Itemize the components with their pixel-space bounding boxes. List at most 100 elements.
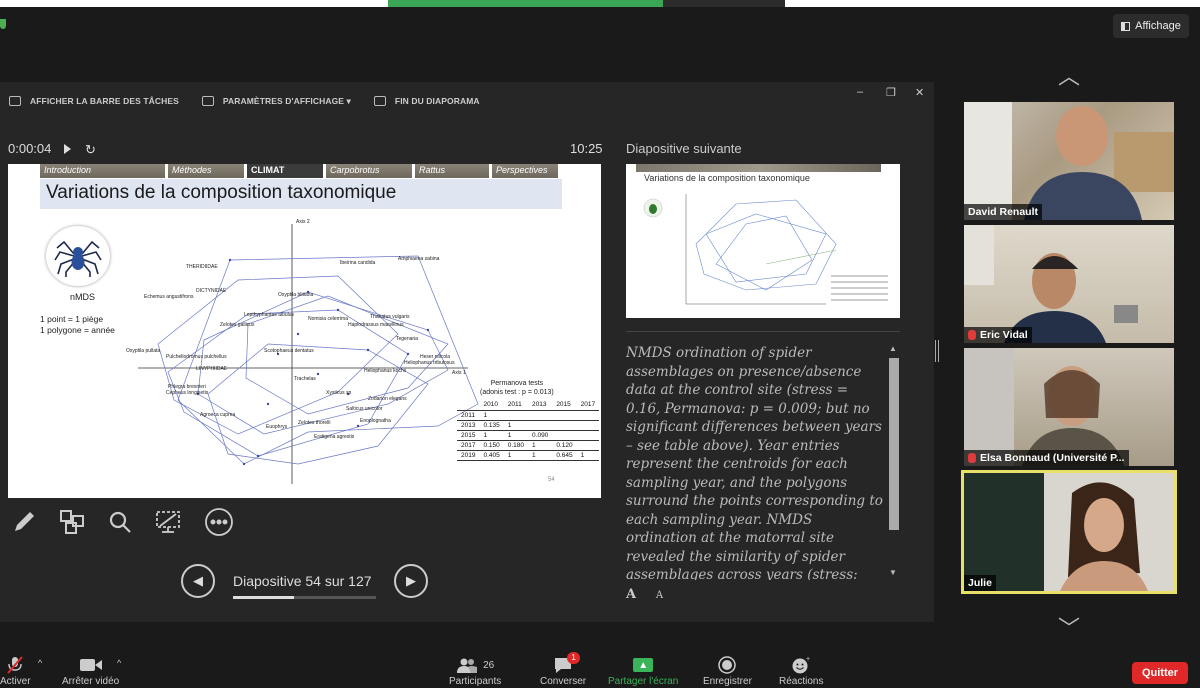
previous-slide-button[interactable]: ◀ [181,564,215,598]
play-icon[interactable] [64,144,71,154]
table-row: 2011 1 [457,410,600,421]
participant-video[interactable]: Elsa Bonnaud (Université P... [964,348,1174,466]
table-cell: 0.180 [503,440,529,451]
species-label: Cepheus longisetis [166,390,209,396]
participant-video[interactable]: Eric Vidal [964,225,1174,343]
table-cell [503,410,529,421]
grid-icon[interactable] [56,506,88,538]
table-row: 2019 0.405 1 1 0.645 1 [457,450,600,461]
reactions-button[interactable]: + Réactions [779,654,823,687]
end-show-label: FIN DU DIAPORAMA [394,96,480,106]
unmute-button[interactable]: Activer [0,654,31,687]
end-show-icon [373,96,386,106]
table-cell [576,420,600,431]
show-taskbar-button[interactable]: AFFICHER LA BARRE DES TÂCHES [9,96,179,106]
restore-icon[interactable]: ❐ [886,86,896,99]
table-row: 2015 1 1 0.090 [457,430,600,441]
notes-separator [626,331,900,332]
participant-name-tag: David Renault [964,204,1043,220]
table-row: 2013 0.135 1 [457,420,600,431]
slide-progress-bar [233,596,376,599]
record-button[interactable]: Enregistrer [703,654,752,687]
table-cell: 2015 [457,430,480,441]
table-header-row: 2010 2011 2013 2015 2017 [457,400,600,411]
split-handle[interactable] [935,340,939,362]
species-label: DICTYNIDAE [196,288,227,294]
participants-button[interactable]: 26 Participants [449,654,501,687]
mic-options-icon[interactable]: ^ [38,658,42,668]
table-cell: 1 [479,410,504,421]
next-slide-thumbnail[interactable]: Variations de la composition taxonomique [626,164,900,318]
view-button[interactable]: Affichage [1113,14,1189,38]
species-label: Xysticus sp [326,390,352,396]
participant-photo [964,473,1174,591]
species-label: Heliophanus kochii [364,368,406,374]
clock: 10:25 [570,141,603,156]
end-show-button[interactable]: FIN DU DIAPORAMA [373,96,480,106]
display-settings-label: PARAMÈTRES D'AFFICHAGE ▾ [222,95,351,106]
stop-video-label: Arrêter vidéo [62,676,120,687]
svg-text:Axis 1: Axis 1 [452,370,466,376]
minimize-icon[interactable]: – [857,86,863,98]
table-cell: 0.645 [552,450,577,461]
magnifier-icon[interactable] [104,506,136,538]
table-cell: 0.405 [479,450,504,461]
reactions-label: Réactions [779,676,824,687]
table-cell: 1 [503,450,529,461]
svg-text:Axis 2: Axis 2 [296,219,310,225]
table-cell: 0.150 [479,440,504,451]
shield-icon [0,19,6,29]
pen-icon[interactable] [8,506,40,538]
notes-scroll-thumb[interactable] [889,358,899,530]
display-settings-button[interactable]: PARAMÈTRES D'AFFICHAGE ▾ [201,95,351,107]
participant-name: Julie [968,577,992,589]
chat-label: Converser [540,676,587,687]
participant-video[interactable]: David Renault [964,102,1174,220]
permanova-title-text: Permanova tests [490,380,544,387]
species-label: THERIDIIDAE [186,264,218,270]
table-cell: 2019 [457,450,480,461]
scroll-up-icon[interactable]: ▲ [889,344,897,353]
chat-icon: 1 [553,652,581,676]
table-cell: 2017 [457,440,480,451]
participants-count: 26 [483,659,495,671]
species-label: Enoplognatha [360,418,391,424]
chevron-up-icon[interactable]: ︿ [1054,66,1084,88]
species-label: Oxyptila blitiana [278,292,314,298]
participant-video-active-speaker[interactable]: Julie [961,470,1177,594]
more-icon[interactable] [203,506,235,538]
species-label: Thanatus vulgaris [370,314,410,320]
video-options-icon[interactable]: ^ [117,658,121,668]
screen-icon[interactable] [152,506,184,538]
increase-font-button[interactable]: A [626,587,636,602]
presenter-view: AFFICHER LA BARRE DES TÂCHES PARAMÈTRES … [0,82,934,622]
chevron-down-icon[interactable]: ﹀ [1054,618,1084,640]
table-cell: 2010 [479,400,504,411]
chat-button[interactable]: 1 Converser [540,652,587,687]
reset-timer-icon[interactable]: ↻ [85,142,96,158]
participants-icon: 26 [456,654,494,676]
participants-label: Participants [449,676,502,687]
decrease-font-button[interactable]: A [656,590,663,601]
species-label: Trachelas [294,376,316,382]
mic-muted-icon [968,453,976,463]
settings-icon [201,96,214,106]
scroll-down-icon[interactable]: ▼ [889,568,897,577]
chat-badge: 1 [567,652,581,664]
mic-muted-icon [5,654,25,676]
next-slide-button[interactable]: ▶ [394,564,428,598]
species-label: Ibeirina candida [340,260,376,266]
view-icon [1121,21,1131,31]
table-cell: 1 [503,430,529,441]
close-icon[interactable]: ✕ [915,86,924,99]
share-screen-button[interactable]: ▲ Partager l'écran [608,654,678,687]
notes-scrollbar[interactable]: ▲ ▼ [888,344,900,580]
unmute-label: Activer [0,676,31,687]
permanova-subtitle: (adonis test : p = 0.013) [480,389,554,396]
species-label: Oxyptila pullata [126,348,161,354]
notes-font-controls: A A [626,587,663,602]
participant-name-tag: Elsa Bonnaud (Université P... [964,450,1129,466]
stop-video-button[interactable]: Arrêter vidéo [62,654,119,687]
table-cell [528,420,553,431]
leave-meeting-button[interactable]: Quitter [1132,662,1188,684]
